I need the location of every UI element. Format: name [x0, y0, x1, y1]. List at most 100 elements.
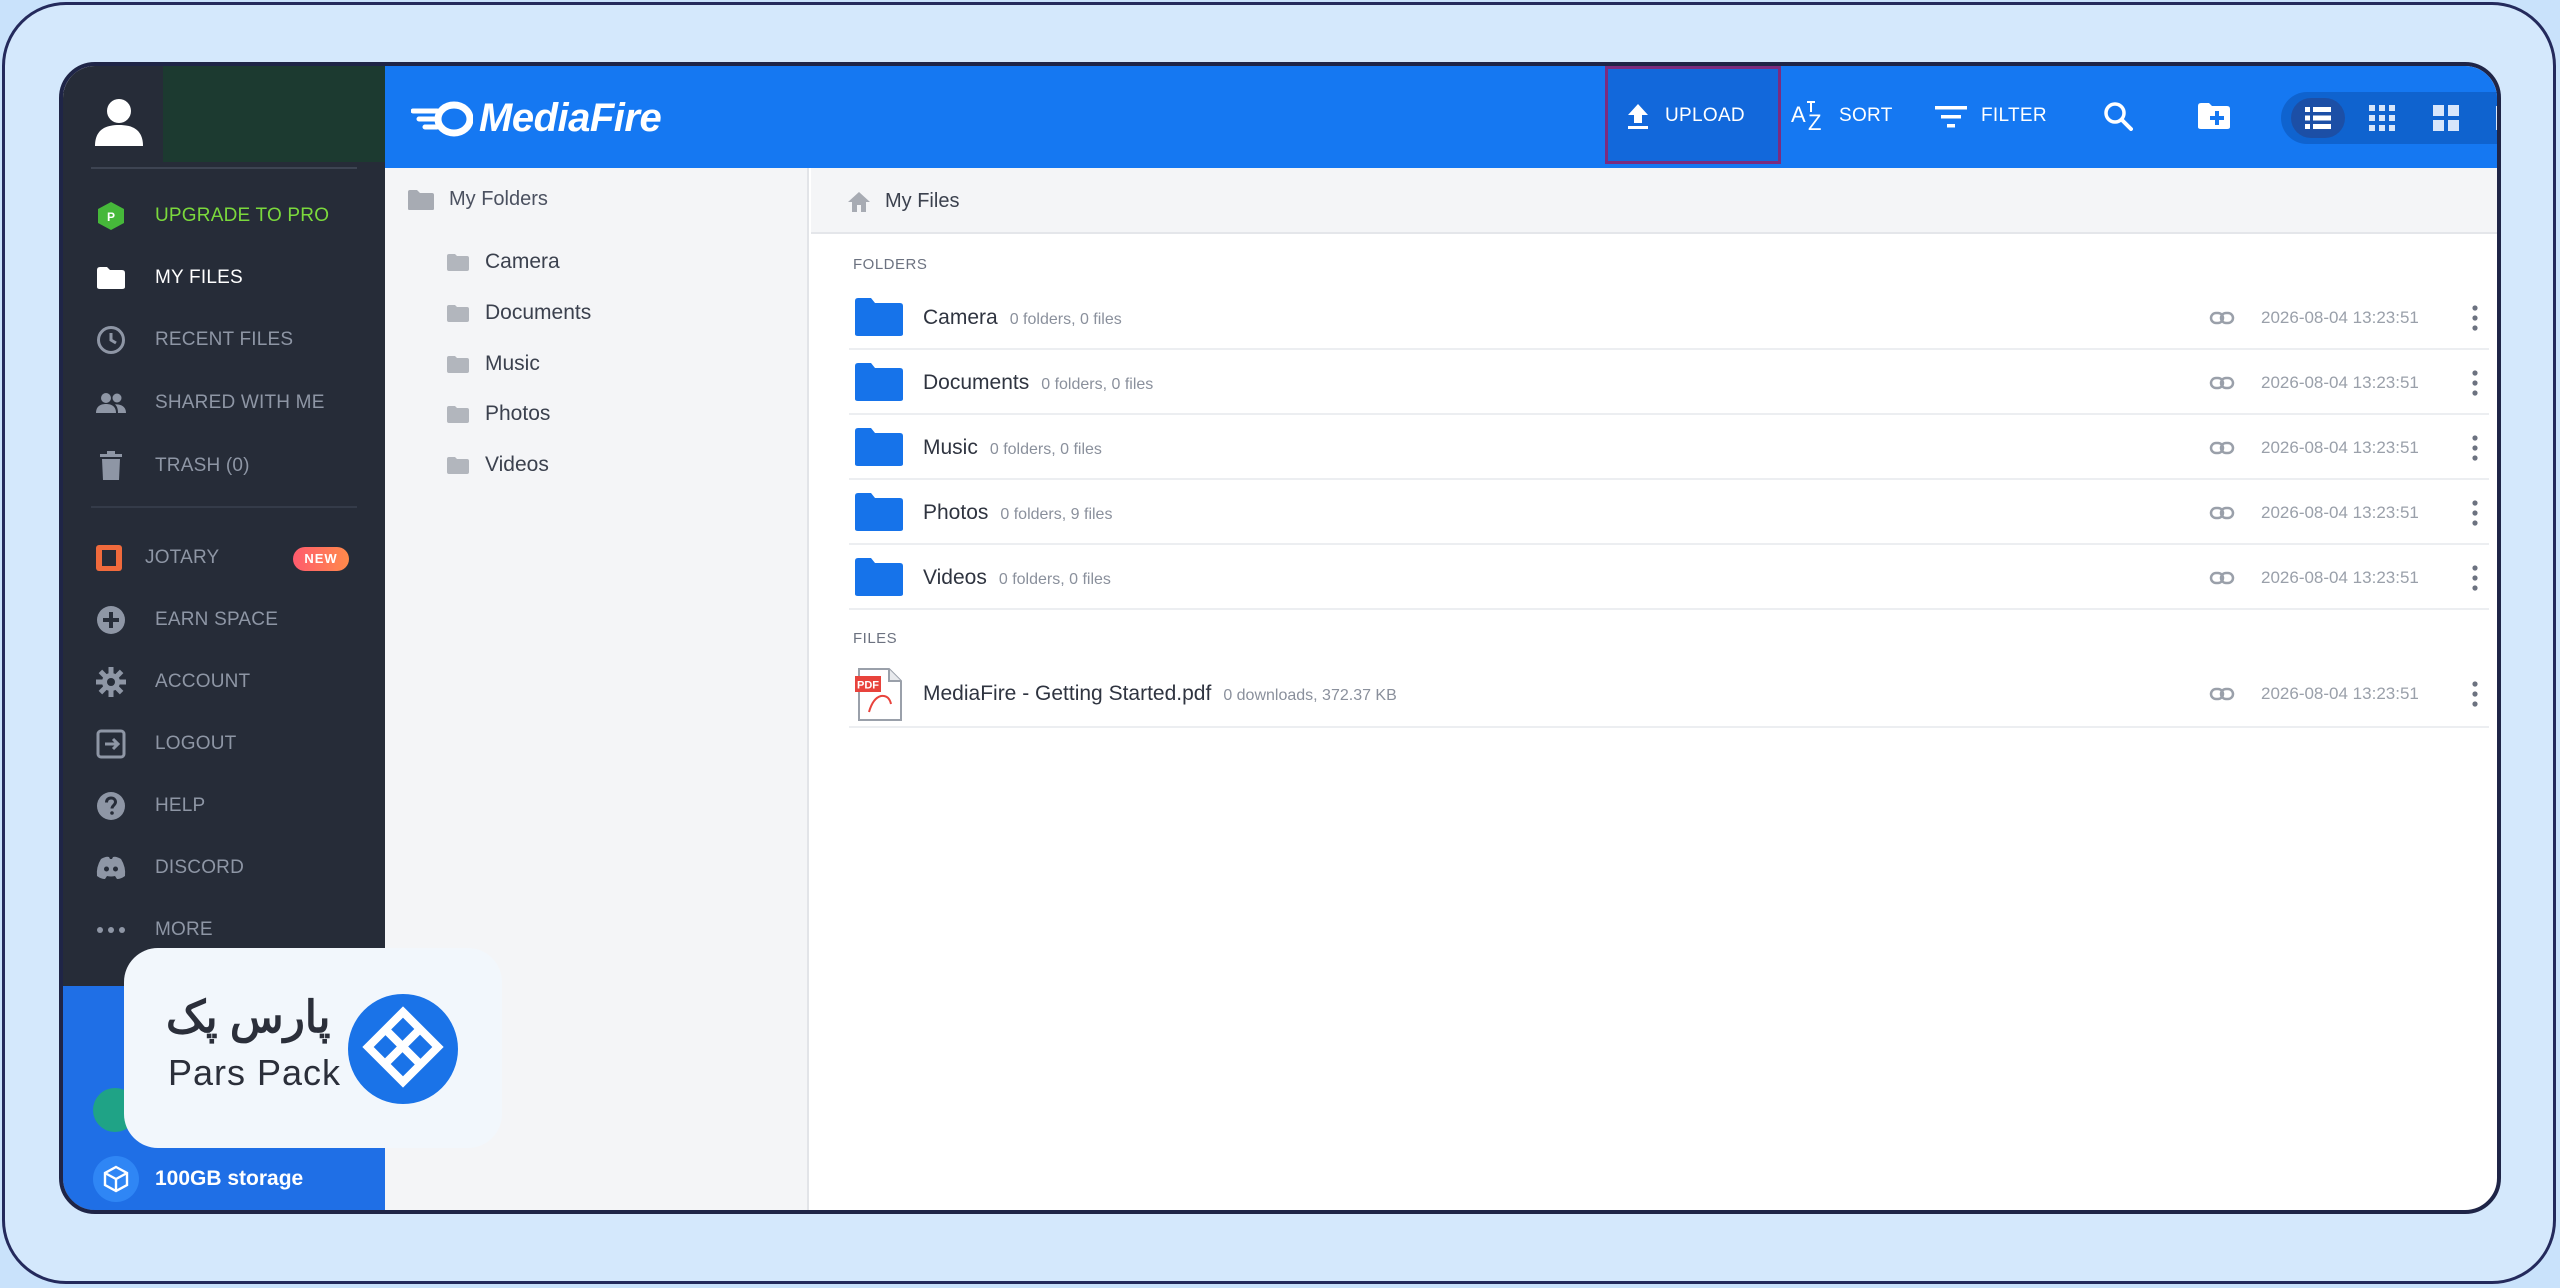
profile-banner: [163, 66, 385, 162]
tree-item-label: Camera: [485, 250, 560, 273]
row-name-wrap: Photos 0 folders, 9 files: [923, 501, 1112, 525]
mediafire-logo[interactable]: MediaFire: [411, 96, 662, 141]
sort-az-icon: A Z: [1791, 101, 1821, 134]
large-grid-view-button[interactable]: [2419, 98, 2473, 138]
link-icon[interactable]: [2209, 566, 2235, 590]
tree-item-label: Photos: [485, 402, 551, 425]
search-button[interactable]: [2103, 88, 2133, 144]
sort-label: SORT: [1839, 105, 1893, 126]
storage-label: 100GB storage: [155, 1167, 304, 1190]
sidebar-item-shared-with-me[interactable]: SHARED WITH ME: [63, 379, 385, 427]
discord-icon: [95, 852, 127, 884]
folder-meta: 0 folders, 0 files: [1041, 376, 1154, 393]
pro-hex-icon: P: [95, 200, 127, 232]
sidebar-item-label: LOGOUT: [155, 733, 237, 754]
link-icon[interactable]: [2209, 501, 2235, 525]
tree-root[interactable]: My Folders: [407, 188, 548, 211]
folder-icon: [408, 189, 434, 210]
filter-icon: [1935, 106, 1967, 128]
sidebar-item-account[interactable]: ACCOUNT: [63, 658, 385, 706]
sidebar-item-logout[interactable]: LOGOUT: [63, 720, 385, 768]
breadcrumb-my-files[interactable]: My Files: [847, 190, 959, 213]
folder-icon: [447, 355, 469, 373]
new-folder-button[interactable]: [2197, 88, 2231, 144]
tree-item-videos[interactable]: Videos: [447, 453, 549, 477]
sidebar-item-more[interactable]: MORE: [63, 906, 385, 954]
folder-icon: [855, 428, 903, 466]
breadcrumb: My Files: [811, 168, 2497, 234]
user-avatar-icon[interactable]: [91, 92, 147, 148]
more-dots-icon: [95, 914, 127, 946]
folder-icon: [447, 405, 469, 423]
sidebar-item-jotary[interactable]: JOTARY NEW: [63, 534, 385, 582]
more-vertical-icon[interactable]: [2467, 300, 2483, 336]
link-icon[interactable]: [2209, 306, 2235, 330]
single-view-icon: [2496, 106, 2497, 130]
folder-row-camera[interactable]: Camera 0 folders, 0 files 2026-08-04 13:2…: [849, 286, 2489, 350]
folder-meta: 0 folders, 0 files: [989, 441, 1102, 458]
row-date: 2026-08-04 13:23:51: [2261, 373, 2419, 392]
people-icon: [95, 387, 127, 419]
sidebar-item-label: RECENT FILES: [155, 329, 294, 350]
folder-name: Documents: [923, 371, 1030, 394]
folder-icon: [447, 304, 469, 322]
sort-button[interactable]: A Z SORT: [1791, 88, 1893, 144]
profile-row[interactable]: [63, 66, 385, 166]
jotary-icon: [93, 542, 125, 574]
more-vertical-icon[interactable]: [2467, 365, 2483, 401]
more-vertical-icon[interactable]: [2467, 430, 2483, 466]
row-date: 2026-08-04 13:23:51: [2261, 308, 2419, 327]
search-icon: [2104, 102, 2133, 131]
row-name-wrap: Music 0 folders, 0 files: [923, 436, 1102, 460]
link-icon[interactable]: [2209, 371, 2235, 395]
sidebar-item-help[interactable]: HELP: [63, 782, 385, 830]
sidebar-item-label: MORE: [155, 919, 213, 940]
storage-row[interactable]: 100GB storage: [93, 1156, 303, 1202]
row-date: 2026-08-04 13:23:51: [2261, 438, 2419, 457]
filter-button[interactable]: FILTER: [1935, 88, 2047, 144]
view-toggle-group: [2281, 92, 2497, 144]
tree-item-photos[interactable]: Photos: [447, 402, 550, 426]
clock-icon: [95, 324, 127, 356]
tree-item-music[interactable]: Music: [447, 352, 540, 376]
sidebar-item-my-files[interactable]: MY FILES: [63, 254, 385, 302]
upload-button[interactable]: UPLOAD: [1625, 88, 1745, 144]
folder-row-videos[interactable]: Videos 0 folders, 0 files 2026-08-04 13:2…: [849, 546, 2489, 610]
list-view-button[interactable]: [2291, 98, 2345, 138]
row-name-wrap: Camera 0 folders, 0 files: [923, 306, 1122, 330]
folder-row-photos[interactable]: Photos 0 folders, 9 files 2026-08-04 13:2…: [849, 481, 2489, 545]
svg-text:A: A: [1791, 102, 1806, 127]
file-name: MediaFire - Getting Started.pdf: [923, 682, 1212, 705]
sidebar-item-discord[interactable]: DISCORD: [63, 844, 385, 892]
row-name-wrap: Videos 0 folders, 0 files: [923, 566, 1111, 590]
sidebar-item-recent-files[interactable]: RECENT FILES: [63, 316, 385, 364]
more-vertical-icon[interactable]: [2467, 560, 2483, 596]
folder-row-music[interactable]: Music 0 folders, 0 files 2026-08-04 13:23…: [849, 416, 2489, 480]
small-grid-view-button[interactable]: [2355, 98, 2409, 138]
more-vertical-icon[interactable]: [2467, 676, 2483, 712]
link-icon[interactable]: [2209, 682, 2235, 706]
help-icon: [95, 790, 127, 822]
sidebar-item-label: SHARED WITH ME: [155, 392, 325, 413]
plus-circle-icon: [95, 604, 127, 636]
more-vertical-icon[interactable]: [2467, 495, 2483, 531]
folder-row-documents[interactable]: Documents 0 folders, 0 files 2026-08-04 1…: [849, 351, 2489, 415]
svg-text:Z: Z: [1808, 110, 1821, 134]
folder-name: Music: [923, 436, 978, 459]
pdf-file-icon: PDF: [855, 668, 902, 721]
single-view-button[interactable]: [2481, 98, 2497, 138]
folder-meta: 0 folders, 9 files: [1000, 506, 1113, 523]
file-row-pdf[interactable]: PDF MediaFire - Getting Started.pdf 0 dow…: [849, 662, 2489, 728]
trash-icon: [95, 450, 127, 482]
row-name-wrap: MediaFire - Getting Started.pdf 0 downloa…: [923, 682, 1397, 706]
gear-icon: [95, 666, 127, 698]
link-icon[interactable]: [2209, 436, 2235, 460]
tree-item-documents[interactable]: Documents: [447, 301, 591, 325]
folder-name: Videos: [923, 566, 987, 589]
tree-item-camera[interactable]: Camera: [447, 250, 560, 274]
sidebar-item-trash[interactable]: TRASH (0): [63, 442, 385, 490]
sidebar-item-upgrade[interactable]: P UPGRADE TO PRO: [63, 192, 385, 240]
sidebar-item-earn-space[interactable]: EARN SPACE: [63, 596, 385, 644]
sidebar-item-label: UPGRADE TO PRO: [155, 205, 330, 226]
logo-text: MediaFire: [479, 96, 662, 140]
